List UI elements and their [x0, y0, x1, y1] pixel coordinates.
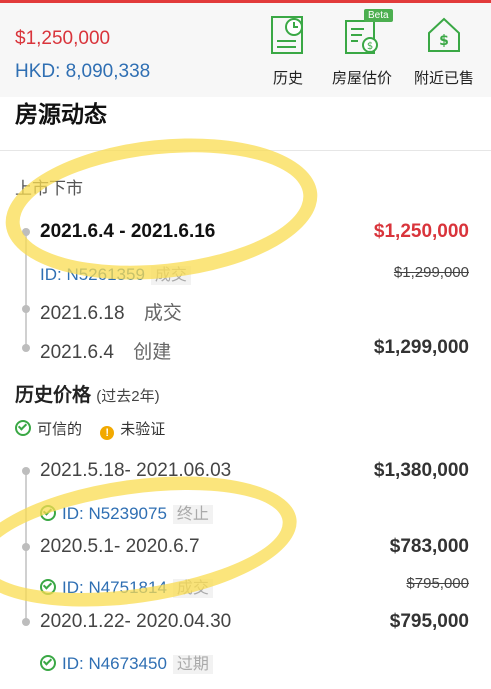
- price-hkd: HKD: 8,090,338: [15, 61, 151, 82]
- valuation-button[interactable]: Beta $ 房屋估价: [332, 9, 393, 88]
- history-subtitle: (过去2年): [96, 388, 160, 405]
- legend-verified: 可信的: [37, 421, 83, 438]
- nearby-sold-button[interactable]: $ 附近已售: [414, 13, 474, 88]
- history-price: $783,000: [389, 536, 469, 557]
- highlight-annotation: [0, 457, 305, 626]
- price-usd: $1,250,000: [15, 28, 111, 49]
- timeline-dot: [22, 305, 30, 313]
- section-title: 房源动态: [15, 101, 107, 127]
- check-circle-icon: [15, 420, 31, 436]
- status-tag: 过期: [172, 655, 213, 674]
- legend: 可信的 ! 未验证: [15, 418, 165, 440]
- event-price: $1,299,000: [373, 337, 469, 358]
- history-price: $1,380,000: [373, 460, 469, 481]
- history-button[interactable]: 历史: [258, 13, 318, 88]
- history-label: 历史: [272, 70, 303, 87]
- old-price: $795,000: [406, 575, 469, 592]
- event-status: 成交: [143, 303, 182, 324]
- history-price: $795,000: [389, 611, 469, 632]
- check-circle-icon: [40, 655, 56, 671]
- valuation-label: 房屋估价: [332, 70, 393, 87]
- timeline-dot: [22, 467, 30, 475]
- svg-text:$: $: [367, 41, 373, 52]
- timeline-dot: [22, 344, 30, 352]
- nearby-sold-label: 附近已售: [414, 70, 475, 87]
- history-title: 历史价格 (过去2年): [15, 380, 160, 407]
- history-id: ID: N4673450: [62, 654, 167, 673]
- timeline-dot: [22, 618, 30, 626]
- history-date: 2020.1.22- 2020.04.30: [40, 611, 232, 632]
- event-date: 2021.6.4: [40, 342, 114, 363]
- header-bar: $1,250,000 HKD: 8,090,338 历史 Beta $ 房屋估价…: [0, 0, 491, 97]
- history-icon: [258, 13, 318, 55]
- valuation-icon: Beta $: [332, 9, 393, 55]
- legend-unverified: 未验证: [120, 421, 166, 438]
- old-price: $1,299,000: [393, 264, 469, 281]
- event-row: 2021.6.18 成交: [40, 298, 182, 325]
- svg-text:$: $: [439, 33, 449, 49]
- warning-icon: !: [100, 426, 115, 440]
- history-title-text: 历史价格: [15, 385, 92, 406]
- event-status: 创建: [133, 342, 172, 363]
- nearby-sold-icon: $: [414, 13, 474, 55]
- beta-badge: Beta: [364, 9, 393, 22]
- event-date: 2021.6.18: [40, 303, 125, 324]
- history-id-link[interactable]: ID: N4673450 过期: [40, 650, 213, 674]
- listing-price: $1,250,000: [373, 221, 469, 242]
- event-row: 2021.6.4 创建: [40, 337, 171, 364]
